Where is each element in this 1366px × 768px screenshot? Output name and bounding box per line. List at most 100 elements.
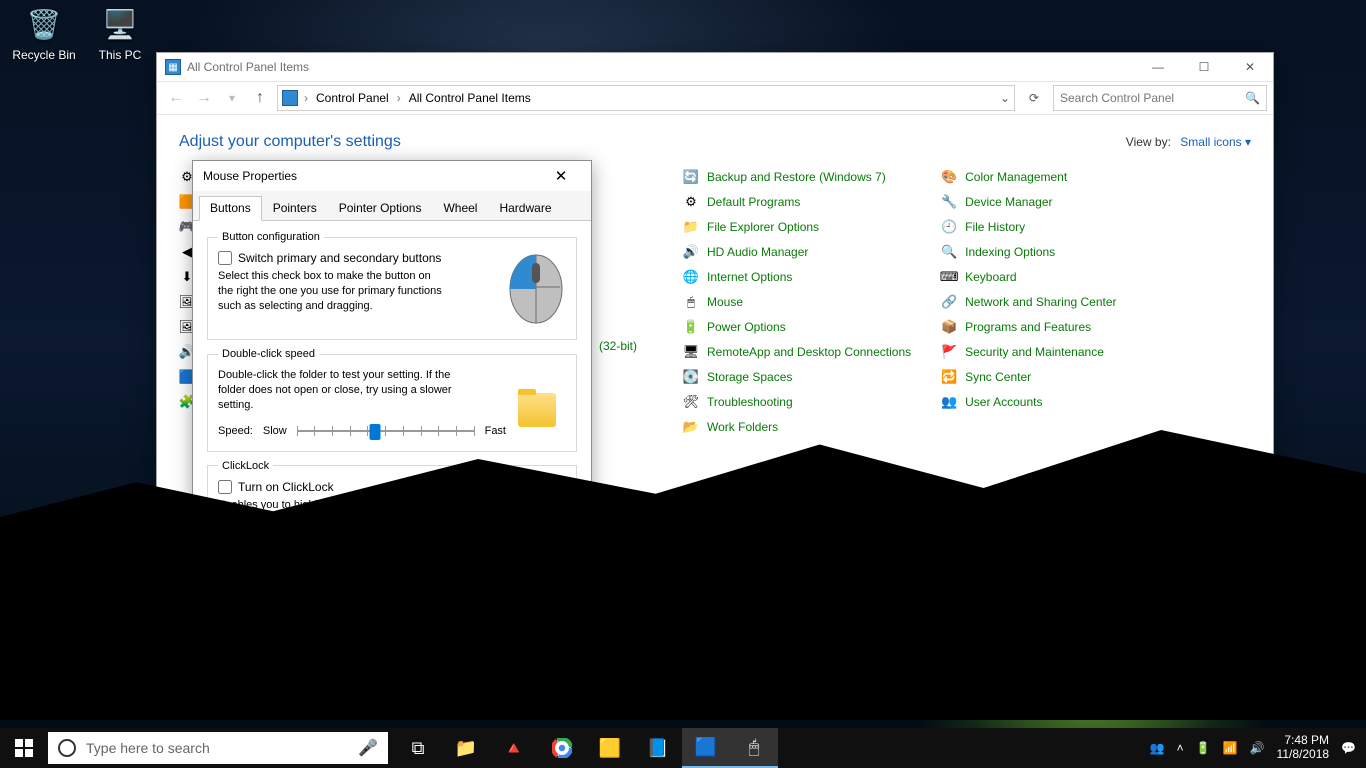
cp-item-keyboard[interactable]: ⌨Keyboard xyxy=(941,269,1161,285)
group-description: Double-click the folder to test your set… xyxy=(218,368,478,413)
cp-item-work-folders[interactable]: 📂Work Folders xyxy=(683,419,911,435)
taskbar-clock[interactable]: 7:48 PM 11/8/2018 xyxy=(1277,734,1330,762)
tab-pointers[interactable]: Pointers xyxy=(262,196,328,221)
cp-item-link[interactable]: Internet Options xyxy=(707,270,792,284)
checkbox-input[interactable] xyxy=(218,251,232,265)
cancel-button[interactable]: Cancel xyxy=(425,585,497,607)
cp-item-sync-center[interactable]: 🔁Sync Center xyxy=(941,369,1161,385)
action-center-icon[interactable]: 💬 xyxy=(1341,741,1356,755)
taskbar-app-chrome[interactable] xyxy=(538,728,586,768)
cp-item-internet-options[interactable]: 🌐Internet Options xyxy=(683,269,911,285)
cp-item-programs-features[interactable]: 📦Programs and Features xyxy=(941,319,1161,335)
cp-item-link[interactable]: Troubleshooting xyxy=(707,395,793,409)
breadcrumb-item[interactable]: All Control Panel Items xyxy=(405,91,535,105)
test-folder-icon[interactable] xyxy=(514,387,560,427)
mouse-properties-dialog: Mouse Properties ✕ ButtonsPointersPointe… xyxy=(192,160,592,622)
cp-item-network-sharing[interactable]: 🔗Network and Sharing Center xyxy=(941,294,1161,310)
chevron-right-icon[interactable]: › xyxy=(395,91,403,105)
nav-back-button[interactable]: ← xyxy=(163,85,189,111)
control-panel-icon xyxy=(282,90,298,106)
cp-item-link[interactable]: Work Folders xyxy=(707,420,778,434)
cp-item-storage-spaces[interactable]: 💽Storage Spaces xyxy=(683,369,911,385)
cp-item-link[interactable]: Sync Center xyxy=(965,370,1031,384)
cp-item-security-maintenance[interactable]: 🚩Security and Maintenance xyxy=(941,344,1161,360)
cp-item-link[interactable]: Security and Maintenance xyxy=(965,345,1104,359)
cp-item-link[interactable]: Default Programs xyxy=(707,195,800,209)
cp-item-remoteapp[interactable]: 🖥RemoteApp and Desktop Connections xyxy=(683,344,911,360)
wifi-icon[interactable]: 📶 xyxy=(1223,741,1238,755)
cp-item-file-history[interactable]: 🕘File History xyxy=(941,219,1161,235)
desktop-icon-this-pc[interactable]: 🖥️ This PC xyxy=(82,4,158,62)
tab-pointer-options[interactable]: Pointer Options xyxy=(328,196,433,221)
ok-button[interactable]: OK xyxy=(345,585,417,607)
cp-item-link[interactable]: HD Audio Manager xyxy=(707,245,808,259)
cp-item-link[interactable]: Programs and Features xyxy=(965,320,1091,334)
cp-item-mouse[interactable]: 🖱Mouse xyxy=(683,294,911,310)
start-button[interactable] xyxy=(0,728,48,768)
battery-icon[interactable]: 🔋 xyxy=(1196,741,1211,755)
cp-item-indexing-options[interactable]: 🔍Indexing Options xyxy=(941,244,1161,260)
cp-item-hd-audio[interactable]: 🔊HD Audio Manager xyxy=(683,244,911,260)
switch-buttons-checkbox[interactable]: Switch primary and secondary buttons xyxy=(218,251,498,265)
taskbar-app-notepad[interactable]: 📘 xyxy=(634,728,682,768)
cp-item-user-accounts[interactable]: 👥User Accounts xyxy=(941,394,1161,410)
nav-forward-button[interactable]: → xyxy=(191,85,217,111)
nav-history-button[interactable]: ▾ xyxy=(219,85,245,111)
cp-item-link[interactable]: File History xyxy=(965,220,1025,234)
dialog-titlebar[interactable]: Mouse Properties ✕ xyxy=(193,161,591,191)
checkbox-input[interactable] xyxy=(218,480,232,494)
cp-item-link[interactable]: Network and Sharing Center xyxy=(965,295,1116,309)
taskbar-app-explorer[interactable]: 📁 xyxy=(442,728,490,768)
chevron-down-icon[interactable]: ⌄ xyxy=(1000,91,1010,105)
tab-buttons[interactable]: Buttons xyxy=(199,196,262,221)
cp-item-link[interactable]: Indexing Options xyxy=(965,245,1055,259)
tab-wheel[interactable]: Wheel xyxy=(432,196,488,221)
taskbar-app-control-panel[interactable]: 🟦 xyxy=(682,728,730,768)
tab-hardware[interactable]: Hardware xyxy=(488,196,562,221)
task-view-button[interactable]: ⧉ xyxy=(394,728,442,768)
clicklock-checkbox[interactable]: Turn on ClickLock xyxy=(218,480,487,494)
search-input[interactable]: Search Control Panel 🔍 xyxy=(1053,85,1267,111)
cp-item-link[interactable]: Mouse xyxy=(707,295,743,309)
chevron-right-icon[interactable]: › xyxy=(302,91,310,105)
cp-item-file-explorer-options[interactable]: 📁File Explorer Options xyxy=(683,219,911,235)
breadcrumb-item[interactable]: Control Panel xyxy=(312,91,393,105)
taskbar-app-mouse[interactable]: 🖱 xyxy=(730,728,778,768)
cp-item-link[interactable]: User Accounts xyxy=(965,395,1042,409)
desktop-icon-recycle-bin[interactable]: 🗑️ Recycle Bin xyxy=(6,4,82,62)
refresh-button[interactable]: ⟳ xyxy=(1023,87,1045,109)
cp-item-default-programs[interactable]: ⚙Default Programs xyxy=(683,194,911,210)
close-button[interactable]: ✕ xyxy=(541,161,581,191)
taskbar-app-vlc[interactable]: 🔺 xyxy=(490,728,538,768)
close-button[interactable]: ✕ xyxy=(1227,53,1273,81)
cp-item-link[interactable]: Keyboard xyxy=(965,270,1016,284)
maximize-button[interactable]: ☐ xyxy=(1181,53,1227,81)
titlebar[interactable]: ▦ All Control Panel Items — ☐ ✕ xyxy=(157,53,1273,82)
view-by-dropdown[interactable]: Small icons ▾ xyxy=(1180,135,1251,149)
cp-item-link[interactable]: Power Options xyxy=(707,320,786,334)
minimize-button[interactable]: — xyxy=(1135,53,1181,81)
cp-item-backup-restore[interactable]: 🔄Backup and Restore (Windows 7) xyxy=(683,169,911,185)
tray-chevron-icon[interactable]: ˄ xyxy=(1177,741,1184,755)
taskbar-app-sticky[interactable]: 🟨 xyxy=(586,728,634,768)
cp-item-power-options[interactable]: 🔋Power Options xyxy=(683,319,911,335)
speed-slider[interactable] xyxy=(297,421,475,441)
cp-item-link[interactable]: Storage Spaces xyxy=(707,370,792,384)
cp-item-link[interactable]: RemoteApp and Desktop Connections xyxy=(707,345,911,359)
cp-item-troubleshooting[interactable]: 🛠Troubleshooting xyxy=(683,394,911,410)
breadcrumb[interactable]: › Control Panel › All Control Panel Item… xyxy=(277,85,1015,111)
taskbar-search[interactable]: Type here to search 🎤 xyxy=(48,732,388,764)
cp-item-link[interactable]: Backup and Restore (Windows 7) xyxy=(707,170,886,184)
cp-item-link[interactable]: Device Manager xyxy=(965,195,1052,209)
nav-up-button[interactable]: ↑ xyxy=(247,85,273,111)
volume-icon[interactable]: 🔊 xyxy=(1250,741,1265,755)
slider-thumb[interactable] xyxy=(369,424,380,440)
cp-item-color-management[interactable]: 🎨Color Management xyxy=(941,169,1161,185)
microphone-icon[interactable]: 🎤 xyxy=(358,738,378,758)
cp-item-device-manager[interactable]: 🔧Device Manager xyxy=(941,194,1161,210)
cp-item-link[interactable]: File Explorer Options xyxy=(707,220,819,234)
cp-item-partial[interactable]: (32-bit) xyxy=(599,339,637,353)
cp-item-link[interactable]: Color Management xyxy=(965,170,1067,184)
cortana-icon xyxy=(58,739,76,757)
people-icon[interactable]: 👥 xyxy=(1150,741,1165,755)
